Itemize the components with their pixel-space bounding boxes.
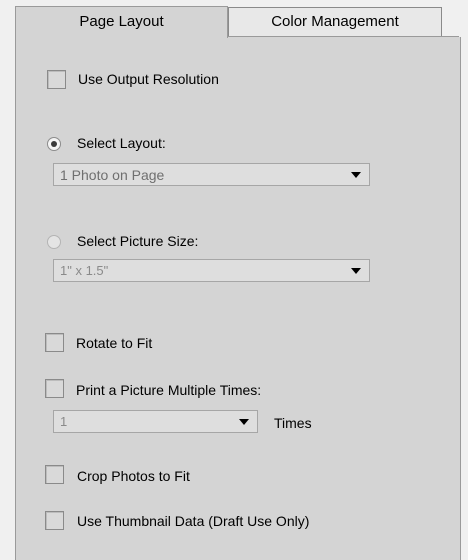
- chevron-down-icon: [351, 172, 361, 178]
- print-settings-dialog: Color Management Page Layout Use Output …: [0, 0, 466, 560]
- rotate-to-fit-checkbox[interactable]: [45, 333, 64, 352]
- select-layout-label: Select Layout:: [77, 135, 166, 151]
- picture-size-dropdown[interactable]: 1" x 1.5": [53, 259, 370, 282]
- print-count-value: 1: [60, 414, 68, 429]
- rotate-to-fit-label: Rotate to Fit: [76, 335, 153, 351]
- use-output-resolution-checkbox[interactable]: [47, 70, 66, 89]
- use-thumbnail-checkbox[interactable]: [45, 511, 64, 530]
- crop-to-fit-label: Crop Photos to Fit: [77, 468, 190, 484]
- print-count-dropdown[interactable]: 1: [53, 410, 258, 433]
- use-output-resolution-label: Use Output Resolution: [78, 71, 219, 87]
- times-label: Times: [274, 415, 312, 431]
- window-edge: [0, 0, 14, 560]
- layout-dropdown[interactable]: 1 Photo on Page: [53, 163, 370, 186]
- select-picture-size-label: Select Picture Size:: [77, 233, 199, 249]
- picture-size-dropdown-value: 1" x 1.5": [60, 263, 109, 278]
- use-thumbnail-label: Use Thumbnail Data (Draft Use Only): [77, 513, 310, 529]
- select-layout-radio[interactable]: [47, 137, 61, 151]
- chevron-down-icon: [351, 268, 361, 274]
- print-multiple-label: Print a Picture Multiple Times:: [76, 382, 262, 398]
- crop-to-fit-checkbox[interactable]: [45, 465, 64, 484]
- layout-dropdown-value: 1 Photo on Page: [60, 167, 165, 183]
- tab-color-management[interactable]: Color Management: [228, 7, 442, 37]
- chevron-down-icon: [239, 419, 249, 425]
- tab-page-layout[interactable]: Page Layout: [15, 6, 228, 38]
- select-picture-size-radio[interactable]: [47, 235, 61, 249]
- print-multiple-checkbox[interactable]: [45, 379, 64, 398]
